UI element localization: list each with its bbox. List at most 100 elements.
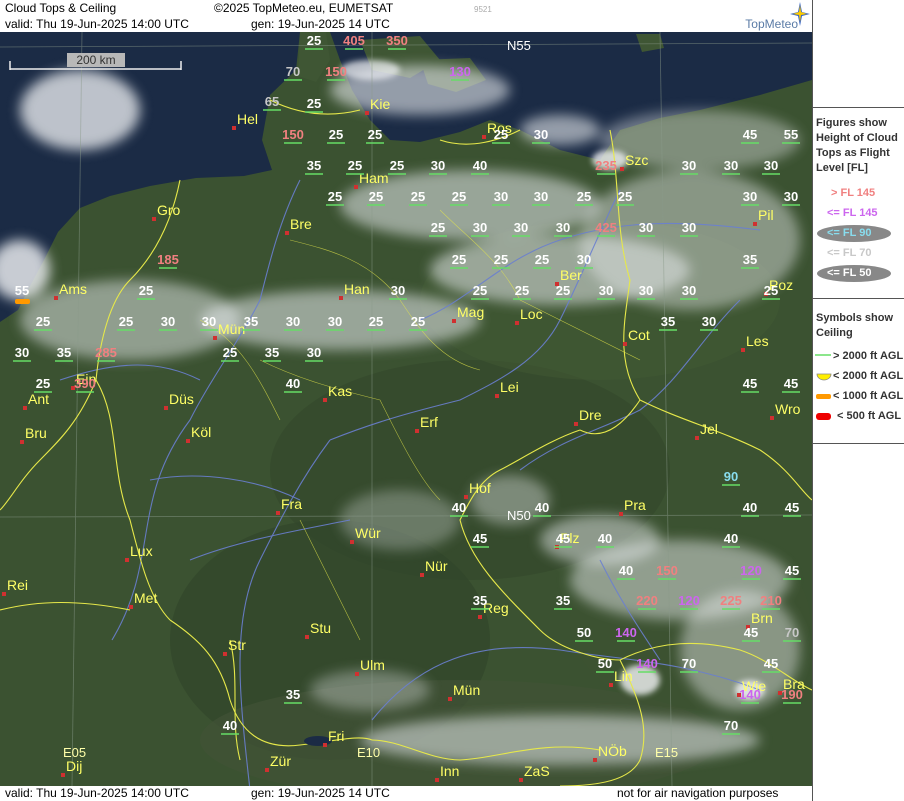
cloud-top-label: 30 [682,283,696,298]
cloud-top-label: 140 [615,625,637,640]
city-label: Ams [59,281,87,297]
city-label: Erf [420,414,438,430]
cloud-top-value: 45 [742,625,760,642]
cloud-top-value: 30 [284,314,302,331]
legend-fl-70: <= FL 70 [827,247,872,259]
city-dot [452,319,456,323]
cloud-top-value: 40 [450,500,468,517]
cloud-top-label: 210 [760,593,782,608]
city-dot [770,416,774,420]
cloud-tops-map[interactable]: 200 km N55 N50 E05 E10 E15 Hel Kie Ros Ham Szc Gr… [0,32,812,786]
city-label: Kas [328,383,352,399]
cloud-top-label: 25 [36,314,50,329]
cloud-top-label: 30 [286,314,300,329]
cloud-top-value: 25 [117,314,135,331]
valid-time: valid: Thu 19-Jun-2025 14:00 UTC [5,17,189,31]
cloud-top-value: 35 [554,593,572,610]
cloud-top-label: 35 [743,252,757,267]
cloud-top-label: 25 [348,158,362,173]
cloud-top-label: 25 [36,376,50,391]
cloud-top-label: 45 [785,500,799,515]
cloud-top-value: 140 [636,656,658,673]
cloud-top-value: 70 [722,718,740,735]
cloud-top-value: 25 [409,314,427,331]
cloud-top-value: 30 [471,220,489,237]
city-dot [213,336,217,340]
symbols-heading: Symbols show Ceiling [816,311,893,341]
cloud-top-value: 25 [137,283,155,300]
cloud-top-value: 30 [741,189,759,206]
city-dot [265,768,269,772]
legend-ceiling-above-2000: > 2000 ft AGL [833,350,904,362]
city-label: Ber [560,267,582,283]
cloud-top-value: 45 [783,500,801,517]
cloud-top-value: 25 [471,283,489,300]
legend-fl-145: <= FL 145 [827,207,878,219]
cloud-top-value: 30 [200,314,218,331]
ceiling-red-bar-icon [816,413,831,420]
cloud-top-label: 30 [534,127,548,142]
city-label: Lin [614,668,633,684]
ceiling-orange-bar [15,299,30,304]
city-label: Han [344,281,370,297]
cloud-top-label: 25 [515,283,529,298]
cloud-top-value: 25 [762,283,780,300]
legend-fl-90: <= FL 90 [827,227,872,239]
city-dot [464,495,468,499]
cloud-top-value: 30 [13,345,31,362]
cloud-top-label: 45 [556,531,570,546]
cloud-top-value: 35 [659,314,677,331]
cloud-top-label: 30 [328,314,342,329]
cloud-top-value: 30 [597,283,615,300]
cloud-top-label: 225 [720,593,742,608]
cloud-top-value: 25 [409,189,427,206]
longitude-label: E10 [357,745,380,760]
city-label: Mag [457,304,484,320]
cloud-top-value: 40 [722,531,740,548]
cloud-top-label: 55 [784,127,798,142]
cloud-top-value: 25 [450,252,468,269]
cloud-top-label: 90 [724,469,738,484]
city-dot [61,773,65,777]
symbols-heading-line: Ceiling [816,327,853,339]
cloud-top-label: 40 [473,158,487,173]
cloud-top-value: 25 [616,189,634,206]
cloud-top-label: 50 [577,625,591,640]
cloud-top-label: 50 [598,656,612,671]
city-label: Ulm [360,657,385,673]
cloud-top-value: 35 [263,345,281,362]
cloud-top-value: 25 [429,220,447,237]
cloud-top-value: 425 [595,220,617,237]
city-dot [223,652,227,656]
cloud-top-label: 30 [391,283,405,298]
cloud-top-value: 30 [700,314,718,331]
cloud-top-label: 25 [369,189,383,204]
longitude-label: E15 [655,745,678,760]
cloud-top-value: 210 [760,593,782,610]
cloud-top-label: 55 [15,283,29,298]
cloud-top-label: 190 [781,687,803,702]
city-dot [609,683,613,687]
cloud-top-label: 45 [473,531,487,546]
city-dot [448,697,452,701]
cloud-top-label: 30 [682,220,696,235]
cloud-top-label: 25 [535,252,549,267]
cloud-top-label: 70 [724,718,738,733]
legend-heading-line: Tops as Flight [816,147,890,159]
cloud-top-label: 30 [556,220,570,235]
cloud-top-label: 405 [343,33,365,48]
city-label: Wür [355,525,381,541]
city-dot [574,422,578,426]
city-dot [420,573,424,577]
city-dot [276,511,280,515]
generated-time: gen: 19-Jun-2025 14 UTC [251,17,390,31]
cloud-top-value: 30 [159,314,177,331]
footer-bar: valid: Thu 19-Jun-2025 14:00 UTC gen: 19… [0,786,812,801]
cloud-top-label: 25 [618,189,632,204]
cloud-top-value: 220 [636,593,658,610]
city-label: Ham [359,170,389,186]
cloud-top-label: 285 [95,345,117,360]
city-dot [415,429,419,433]
cloud-top-value: 25 [34,376,52,393]
cloud-top-value: 30 [637,283,655,300]
